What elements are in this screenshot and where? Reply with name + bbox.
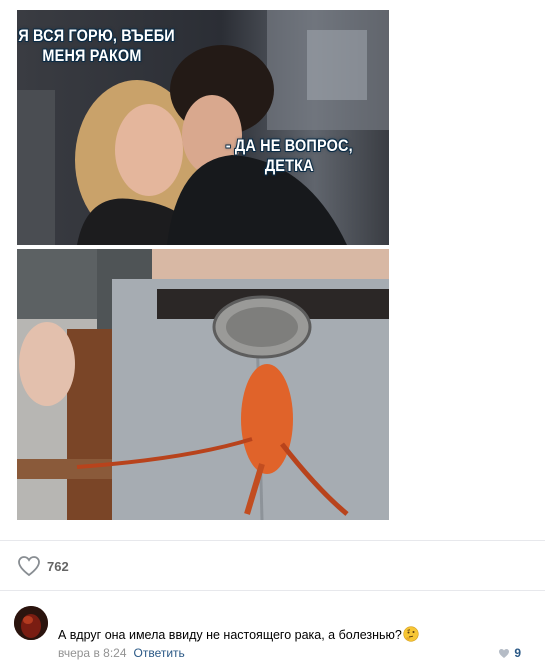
- comments-divider: [0, 590, 545, 591]
- comment-like-button[interactable]: 9: [498, 646, 521, 660]
- thinking-face-icon: [403, 626, 419, 642]
- meme-caption-right: - ДА НЕ ВОПРОС, ДЕТКА: [225, 136, 353, 175]
- comment-meta: вчера в 8:24 Ответить: [58, 646, 185, 660]
- comment-time[interactable]: вчера в 8:24: [58, 646, 127, 660]
- like-button[interactable]: 762: [17, 555, 69, 577]
- meme-caption-left: - Я ВСЯ ГОРЮ, ВЪЕБИ МЕНЯ РАКОМ: [17, 26, 175, 65]
- post-image[interactable]: - Я ВСЯ ГОРЮ, ВЪЕБИ МЕНЯ РАКОМ - ДА НЕ В…: [17, 10, 389, 520]
- meme-top-panel: - Я ВСЯ ГОРЮ, ВЪЕБИ МЕНЯ РАКОМ - ДА НЕ В…: [17, 10, 389, 245]
- meme-bottom-panel: [17, 249, 389, 520]
- comment-text: А вдруг она имела ввиду не настоящего ра…: [58, 628, 402, 642]
- user-avatar[interactable]: [14, 606, 48, 640]
- like-count: 762: [47, 558, 69, 574]
- heart-icon: [499, 648, 510, 658]
- post-divider: [0, 540, 545, 541]
- reply-button[interactable]: Ответить: [134, 646, 185, 660]
- comment-text-row: А вдруг она имела ввиду не настоящего ра…: [58, 626, 419, 642]
- heart-outline-icon: [18, 556, 40, 577]
- comment-item: А вдруг она имела ввиду не настоящего ра…: [14, 604, 529, 662]
- comment-like-count: 9: [514, 646, 521, 660]
